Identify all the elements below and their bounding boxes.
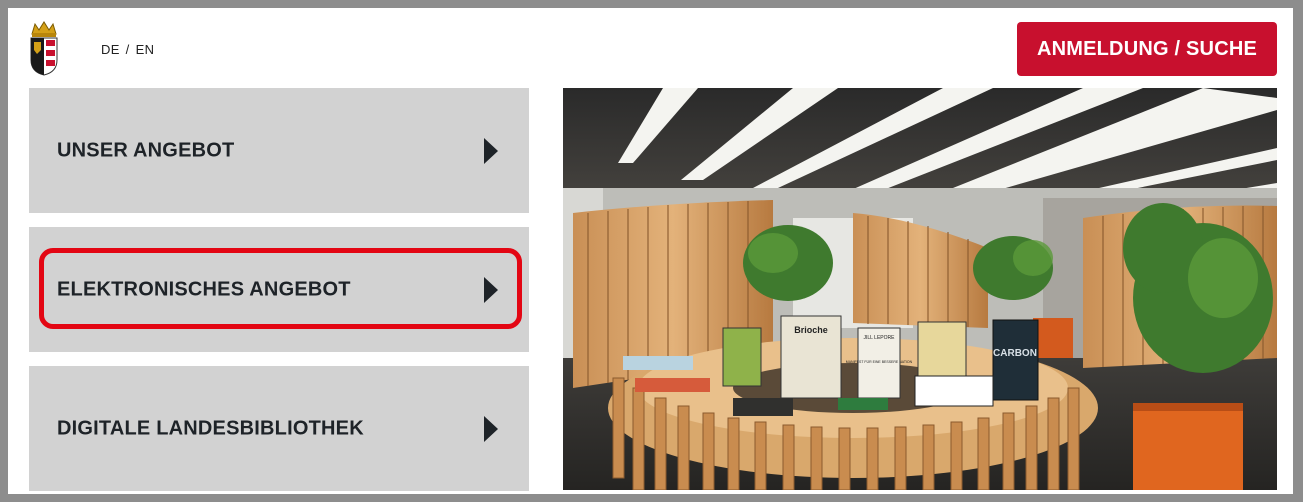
- menu-tile-elektronisches-angebot[interactable]: ELEKTRONISCHES ANGEBOT: [29, 227, 529, 352]
- triangle-right-icon: [484, 276, 498, 303]
- book-author-lepore: JILL LEPORE: [864, 335, 896, 341]
- lang-en-link[interactable]: EN: [136, 42, 155, 57]
- library-photo: Brioche JILL LEPORE MANIFEST FÜR EINE BE…: [563, 88, 1277, 490]
- menu-tile-unser-angebot[interactable]: UNSER ANGEBOT: [29, 88, 529, 213]
- triangle-right-icon: [484, 415, 498, 442]
- triangle-right-icon: [484, 137, 498, 164]
- lang-de-link[interactable]: DE: [101, 42, 120, 57]
- language-switcher: DE / EN: [101, 42, 154, 57]
- menu-tile-label: ELEKTRONISCHES ANGEBOT: [57, 278, 351, 300]
- book-title-brioche: Brioche: [794, 325, 828, 335]
- login-search-button[interactable]: ANMELDUNG / SUCHE: [1017, 22, 1277, 76]
- menu-tile-label: UNSER ANGEBOT: [57, 139, 235, 161]
- lang-separator: /: [125, 42, 130, 57]
- book-title-carbon: CARBON: [993, 348, 1037, 359]
- book-title-manifest: MANIFEST FÜR EINE BESSERE NATION: [846, 360, 913, 364]
- coat-of-arms-logo[interactable]: [27, 20, 61, 76]
- menu-tile-digitale-landesbibliothek[interactable]: DIGITALE LANDESBIBLIOTHEK: [29, 366, 529, 491]
- menu-tile-label: DIGITALE LANDESBIBLIOTHEK: [57, 417, 364, 439]
